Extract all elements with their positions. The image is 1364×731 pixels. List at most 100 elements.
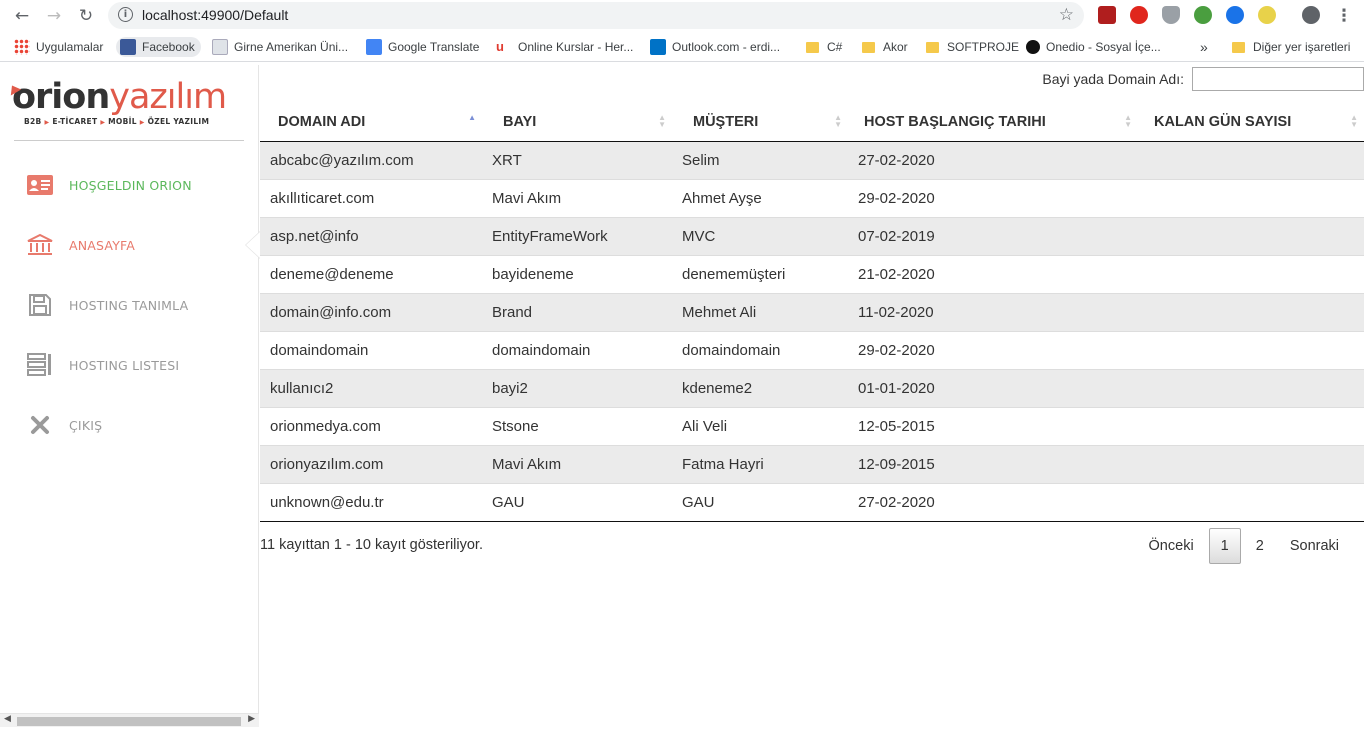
tagline-mobil: MOBİL [108,117,137,126]
logo-part1: orion [12,77,110,117]
bookmark-folder-csharp[interactable]: C# [806,37,842,57]
bookmark-google-translate[interactable]: Google Translate [366,37,479,57]
bookmark-folder-softproje[interactable]: SOFTPROJE [926,37,1019,57]
pdf-extension-icon[interactable] [1098,6,1116,24]
logo-divider [14,140,244,141]
scrollbar-thumb[interactable] [17,717,241,726]
cell-musteri: Selim [682,151,720,169]
onedio-icon [1026,40,1040,54]
cell-host-baslangic: 21-02-2020 [848,254,1138,293]
table-row[interactable]: deneme@deneme bayideneme denememüşteri 21-0… [260,254,1364,293]
cell-kalan-gun [1138,406,1364,445]
sort-icon[interactable]: ▲ ▼ [1350,114,1358,129]
menu-item-anasayfa[interactable]: ANASAYFA [0,215,260,275]
table-row[interactable]: asp.net@info EntityFrameWork MVC 07-02-2019 [260,216,1364,255]
bookmark-star-icon[interactable]: ☆ [1059,5,1074,25]
cell-host-baslangic: 29-02-2020 [848,178,1138,217]
table-row[interactable]: orionmedya.com Stsone Ali Veli 12-05-2015 [260,406,1364,445]
blue-extension-icon[interactable] [1226,6,1244,24]
bookmark-folder-akor[interactable]: Akor [862,37,908,57]
cell-bayi: bayideneme [482,254,672,293]
table-row[interactable]: akıllıticaret.com Mavi Akım Ahmet Ayşe 29-0… [260,178,1364,217]
bookmark-label: Onedio - Sosyal İçe... [1046,40,1161,54]
sort-icon[interactable]: ▲ ▼ [834,114,842,129]
logo: orionyazılım B2B ▶ E-TİCARET ▶ MOBİL ▶ Ö… [6,77,227,126]
cell-host-baslangic: 27-02-2020 [858,151,935,169]
reload-icon[interactable]: ↻ [74,4,98,28]
profile-avatar-icon[interactable] [1302,6,1320,24]
page-1-button[interactable]: 1 [1208,528,1241,564]
bookmark-apps[interactable]: Uygulamalar [14,37,103,57]
scroll-left-arrow-icon[interactable]: ◀ [4,714,11,724]
previous-page-button[interactable]: Önceki [1136,531,1207,561]
bookmarks-overflow-button[interactable]: » [1200,37,1208,57]
column-header-domain[interactable]: DOMAIN ADI ▲ [260,103,482,142]
tagline-b2b: B2B [24,117,42,126]
table-row[interactable]: domain@info.com Brand Mehmet Ali 11-02-2020 [260,292,1364,331]
sort-icon[interactable]: ▲ ▼ [1124,114,1132,129]
cell-domain: kullanıcı2 [260,368,482,407]
cell-host-baslangic: 29-02-2020 [848,330,1138,369]
bookmark-label: Online Kurslar - Her... [518,40,634,54]
table-row[interactable]: abcabc@yazılım.com XRT Selim 27-02-2020 [260,141,1364,179]
main-content: Bayi yada Domain Adı: DOMAIN ADI ▲ BAYI ▲ ▼… [260,65,1364,731]
column-header-kalan-gun[interactable]: KALAN GÜN SAYISI ▲ ▼ [1138,103,1364,142]
cell-kalan-gun [1138,368,1364,407]
scroll-right-arrow-icon[interactable]: ▶ [248,714,255,724]
bookmark-label: SOFTPROJE [947,40,1020,54]
cell-bayi: bayi2 [482,368,672,407]
forward-arrow-icon[interactable]: → [42,4,66,28]
cell-kalan-gun [1138,254,1364,293]
list-icon [26,352,54,378]
table-row[interactable]: kullanıcı2 bayi2 kdeneme2 01-01-2020 [260,368,1364,407]
column-header-musteri[interactable]: MÜŞTERI ▲ ▼ [672,103,848,142]
menu-kebab-icon[interactable]: ⋮ [1332,4,1356,28]
column-header-bayi[interactable]: BAYI ▲ ▼ [482,103,672,142]
overflow-chevron-icon: » [1200,39,1208,55]
shield-extension-icon[interactable] [1162,6,1180,24]
sort-icon[interactable]: ▲ ▼ [658,114,666,129]
apps-grid-icon [14,39,30,55]
url-text[interactable]: localhost:49900/Default [142,7,288,23]
menu-item-hosgeldin[interactable]: HOŞGELDIN ORION [0,155,259,215]
cell-kalan-gun [1138,330,1364,369]
menu-item-hosting-tanimla[interactable]: HOSTING TANIMLA [0,275,259,335]
cell-domain: abcabc@yazılım.com [270,151,414,169]
opera-extension-icon[interactable] [1130,6,1148,24]
bookmark-outlook[interactable]: Outlook.com - erdi... [650,37,780,57]
column-header-host-baslangic[interactable]: HOST BAŞLANGIÇ TARIHI ▲ ▼ [848,103,1138,142]
cell-host-baslangic: 12-09-2015 [848,444,1138,483]
bookmark-other[interactable]: Diğer yer işaretleri [1232,37,1350,57]
menu-item-hosting-listesi[interactable]: HOSTING LISTESI [0,335,259,395]
horizontal-scrollbar[interactable]: ◀ ▶ [0,713,259,727]
cell-musteri: Ahmet Ayşe [672,178,848,217]
search-input[interactable] [1192,67,1364,91]
table-row[interactable]: unknown@edu.tr GAU GAU 27-02-2020 [260,482,1364,522]
table-row[interactable]: orionyazılım.com Mavi Akım Fatma Hayri 12-0… [260,444,1364,483]
sort-asc-icon[interactable]: ▲ [468,114,476,122]
search-label: Bayi yada Domain Adı: [1042,71,1184,87]
bookmark-label: Google Translate [388,40,480,54]
bookmark-onedio[interactable]: Onedio - Sosyal İçe... [1026,37,1161,57]
logo-tagline: B2B ▶ E-TİCARET ▶ MOBİL ▶ ÖZEL YAZILIM [24,117,210,126]
bookmark-girne[interactable]: Girne Amerikan Üni... [212,37,348,57]
bookmark-label: Akor [883,40,908,54]
info-icon[interactable]: i [118,7,133,22]
cell-bayi: domaindomain [482,330,672,369]
globe-extension-icon[interactable] [1194,6,1212,24]
udemy-icon: u [496,39,504,54]
hosting-table: DOMAIN ADI ▲ BAYI ▲ ▼ MÜŞTERI ▲ ▼ HOST BAŞLAN… [260,103,1364,522]
table-info: 11 kayıttan 1 - 10 kayıt gösteriliyor. [260,537,483,553]
yellow-extension-icon[interactable] [1258,6,1276,24]
bookmark-online-kurslar[interactable]: u Online Kurslar - Her... [496,37,633,57]
menu-item-cikis[interactable]: ÇIKIŞ [0,395,259,455]
cell-musteri: domaindomain [672,330,848,369]
page-2-button[interactable]: 2 [1243,531,1277,561]
bookmark-facebook[interactable]: Facebook [116,37,201,57]
back-arrow-icon[interactable]: ← [10,4,34,28]
table-row[interactable]: domaindomain domaindomain domaindomain 29-0… [260,330,1364,369]
cell-domain: unknown@edu.tr [260,482,482,522]
next-page-button[interactable]: Sonraki [1277,531,1352,561]
address-bar[interactable]: i localhost:49900/Default ☆ [108,2,1084,29]
cell-kalan-gun [1138,444,1364,483]
